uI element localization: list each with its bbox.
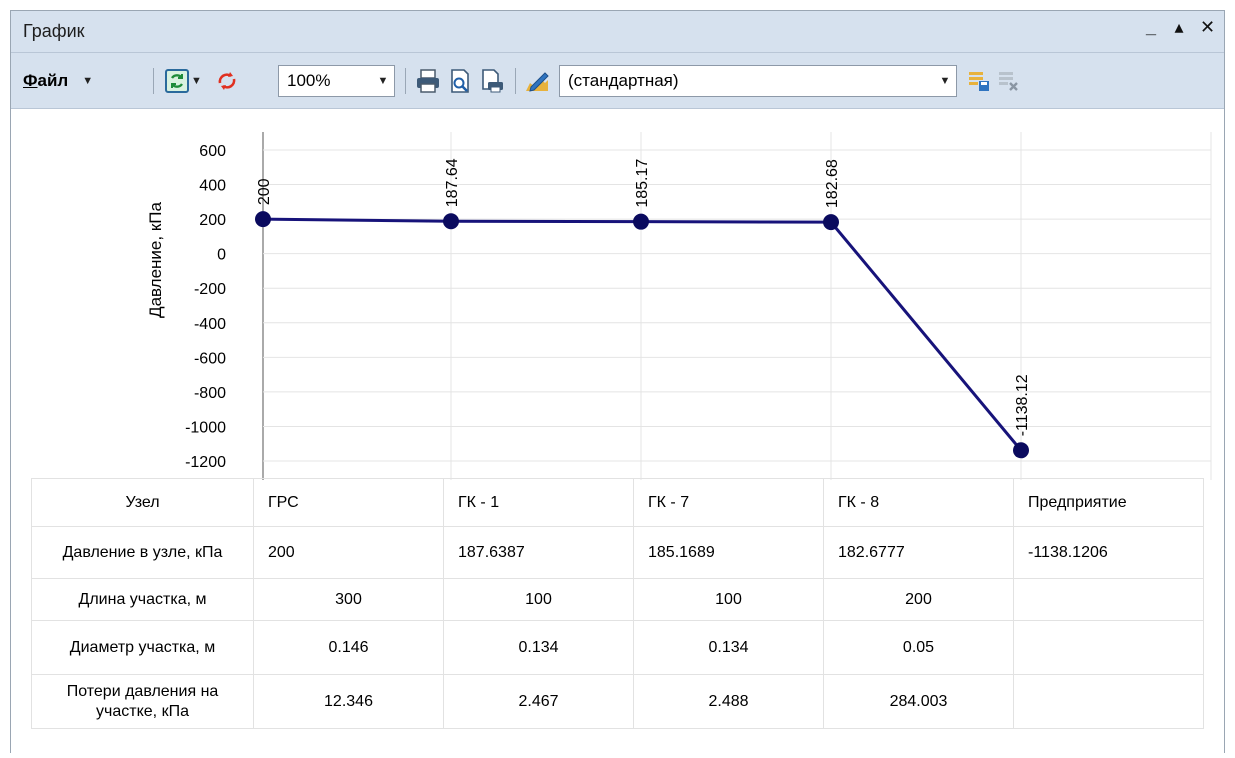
y-tick-label: 400 (199, 178, 226, 195)
pressure-chart: 600 400 200 0 -200 -400 -600 -800 -1000 -1200 Давл… (11, 110, 1226, 480)
table-cell (1013, 620, 1204, 675)
data-point (823, 214, 839, 231)
y-tick-label: -200 (194, 281, 226, 298)
table-cell: 284.003 (823, 674, 1014, 729)
table-cell: ГК - 8 (823, 478, 1014, 527)
table-cell: 2.467 (443, 674, 634, 729)
table-cell: 2.488 (633, 674, 824, 729)
table-cell: ГК - 7 (633, 478, 824, 527)
data-label: 182.68 (824, 159, 841, 208)
table-cell: 300 (253, 578, 444, 621)
data-label: -1138.12 (1014, 374, 1031, 436)
table-row: Потери давления на участке, кПа 12.346 2.4… (31, 674, 1204, 729)
table-cell: -1138.1206 (1013, 526, 1204, 579)
y-tick-label: 0 (217, 247, 226, 264)
table-cell: 185.1689 (633, 526, 824, 579)
table-cell: Предприятие (1013, 478, 1204, 527)
table-cell (1013, 674, 1204, 729)
table-cell: 182.6777 (823, 526, 1014, 579)
table-cell: 0.05 (823, 620, 1014, 675)
row-header: Длина участка, м (31, 578, 254, 621)
data-point (633, 213, 649, 230)
table-cell: 0.134 (633, 620, 824, 675)
y-tick-label: -1000 (185, 419, 226, 436)
scheme-combo[interactable]: (стандартная) ▼ (559, 65, 957, 97)
chevron-down-icon: ▼ (82, 75, 94, 87)
table-cell: 200 (823, 578, 1014, 621)
close-button[interactable]: ✕ (1200, 17, 1215, 38)
data-table: Узел ГРС ГК - 1 ГК - 7 ГК - 8 Предприятие Давл… (31, 478, 1204, 729)
table-cell: 0.146 (253, 620, 444, 675)
y-tick-label: 600 (199, 143, 226, 160)
row-header: Потери давления на участке, кПа (31, 674, 254, 729)
table-cell: 0.134 (443, 620, 634, 675)
chevron-down-icon: ▼ (939, 75, 951, 87)
print-setup-icon[interactable] (478, 67, 506, 95)
file-menu-label: айл (37, 71, 69, 90)
table-cell: 12.346 (253, 674, 444, 729)
data-point (255, 211, 271, 228)
edit-scheme-icon[interactable] (523, 67, 551, 95)
data-point (443, 213, 459, 230)
toolbar-separator (405, 68, 406, 94)
zoom-value: 100% (287, 71, 331, 90)
save-scheme-icon[interactable] (965, 67, 993, 95)
refresh-icon[interactable] (163, 67, 191, 95)
chart-window: График _ ▴ ✕ Файл ▼ ▼ 100% ▼ (стандартна… (10, 10, 1225, 754)
minimize-button[interactable]: _ (1144, 17, 1158, 38)
row-header: Диаметр участка, м (31, 620, 254, 675)
print-icon[interactable] (414, 67, 442, 95)
y-tick-label: -400 (194, 316, 226, 333)
y-tick-label: -600 (194, 350, 226, 367)
y-tick-label: -1200 (185, 454, 226, 471)
table-cell: 100 (633, 578, 824, 621)
chevron-down-icon: ▼ (377, 75, 389, 87)
table-cell: ГРС (253, 478, 444, 527)
table-cell: 100 (443, 578, 634, 621)
y-axis-label: Давление, кПа (146, 202, 165, 318)
row-header: Давление в узле, кПа (31, 526, 254, 579)
data-label: 187.64 (444, 158, 461, 207)
delete-scheme-icon[interactable] (995, 67, 1023, 95)
zoom-combo[interactable]: 100% ▼ (278, 65, 395, 97)
table-row: Диаметр участка, м 0.146 0.134 0.134 0.05 (31, 620, 1204, 675)
toolbar-separator (515, 68, 516, 94)
table-cell: 200 (253, 526, 444, 579)
chevron-down-icon[interactable]: ▼ (191, 75, 202, 87)
data-label: 185.17 (634, 159, 651, 208)
content-area: 600 400 200 0 -200 -400 -600 -800 -1000 -1200 Давл… (11, 110, 1224, 754)
table-cell: 187.6387 (443, 526, 634, 579)
toolbar-separator (153, 68, 154, 94)
table-row: Давление в узле, кПа 200 187.6387 185.1689 1… (31, 526, 1204, 579)
chart-svg: 600 400 200 0 -200 -400 -600 -800 -1000 -1200 Давл… (146, 132, 1212, 480)
table-row: Узел ГРС ГК - 1 ГК - 7 ГК - 8 Предприятие (31, 478, 1204, 527)
scheme-value: (стандартная) (568, 71, 679, 90)
data-point (1013, 442, 1029, 459)
data-label: 200 (256, 178, 273, 205)
table-cell (1013, 578, 1204, 621)
title-bar: График _ ▴ ✕ (11, 11, 1224, 53)
y-tick-label: -800 (194, 385, 226, 402)
toolbar: Файл ▼ ▼ 100% ▼ (стандартная) ▼ (11, 53, 1224, 109)
row-header: Узел (31, 478, 254, 527)
table-row: Длина участка, м 300 100 100 200 (31, 578, 1204, 621)
reload-icon[interactable] (213, 67, 241, 95)
file-menu-accesskey: Ф (23, 71, 38, 90)
restore-button[interactable]: ▴ (1172, 17, 1186, 38)
file-menu[interactable]: Файл ▼ (23, 53, 93, 109)
y-tick-label: 200 (199, 212, 226, 229)
table-cell: ГК - 1 (443, 478, 634, 527)
print-preview-icon[interactable] (446, 67, 474, 95)
window-title: График (23, 21, 85, 41)
